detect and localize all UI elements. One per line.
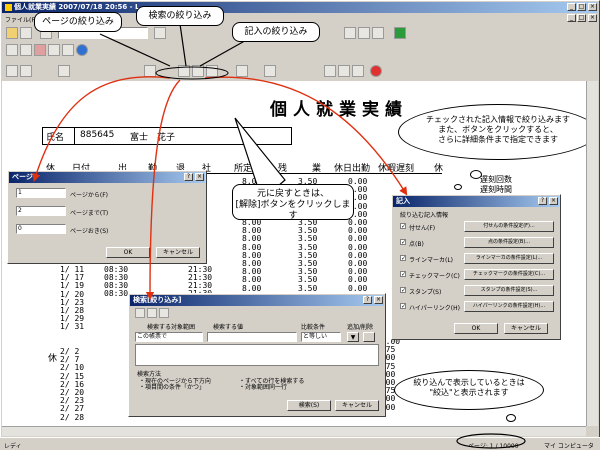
thought-dot	[506, 414, 516, 422]
status-highlight	[456, 433, 526, 449]
thought-dot	[470, 170, 482, 179]
status-ready: レディ	[4, 443, 22, 450]
note-callout: 記入の絞り込み	[232, 22, 320, 42]
restore-callout: 元に戻すときは、 [解除]ボタンをクリックします	[232, 184, 354, 221]
thought-dot	[454, 184, 462, 190]
page-callout: ページの絞り込み	[34, 12, 122, 32]
filtered-callout: 絞り込んで表示しているときは "絞込"と表示されます	[394, 370, 544, 410]
status-computer: マイ コンピュータ	[544, 443, 594, 450]
vertical-scrollbar[interactable]	[586, 81, 598, 426]
check-callout: チェックされた記入情報で絞り込みます また、ボタンをクリックすると、 さらに詳細…	[398, 104, 598, 160]
search-callout: 検索の絞り込み	[136, 6, 224, 26]
